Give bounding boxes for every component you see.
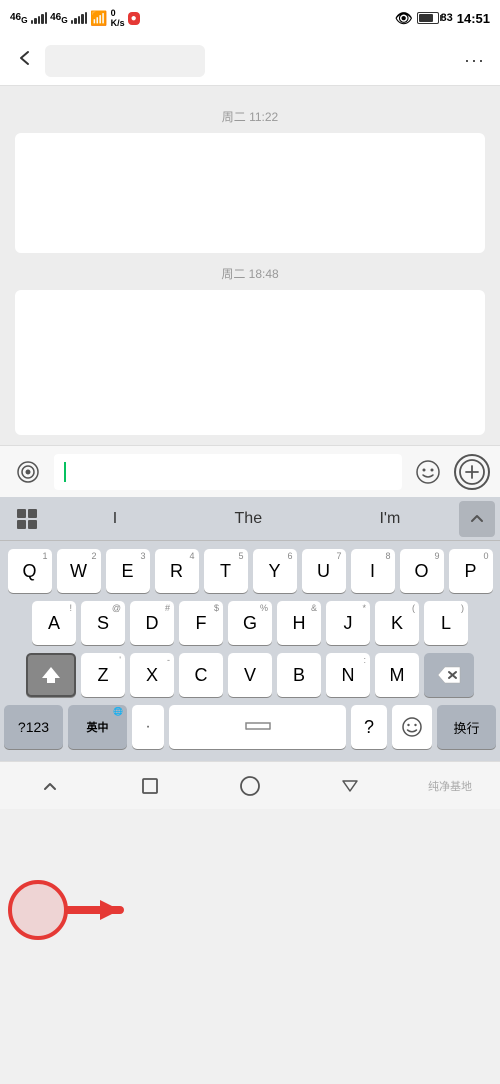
eye-icon: 👁 [395,10,413,27]
key-X[interactable]: -X [130,653,174,697]
status-right: 👁 83 14:51 [395,10,490,27]
key-T[interactable]: 5T [204,549,248,593]
plus-button[interactable] [454,454,490,490]
nav-triangle-button[interactable] [326,762,374,810]
key-W[interactable]: 2W [57,549,101,593]
key-C[interactable]: C [179,653,223,697]
key-P[interactable]: 0P [449,549,493,593]
key-E[interactable]: 3E [106,549,150,593]
predictive-bar: I The I'm [0,497,500,541]
message-bubble-1 [15,133,485,253]
signal-bars-2 [71,12,88,24]
timestamp-1: 周二 11:22 [0,108,500,125]
cursor [64,462,66,482]
bottom-nav: 纯净基地 [0,761,500,809]
clock: 14:51 [457,11,490,26]
key-H[interactable]: &H [277,601,321,645]
key-K[interactable]: (K [375,601,419,645]
key-U[interactable]: 7U [302,549,346,593]
period-key[interactable]: · [132,705,164,749]
key-D[interactable]: #D [130,601,174,645]
wifi-icon: 📶 [90,10,107,27]
more-button[interactable]: ··· [464,50,485,71]
battery-percent: 83 [441,12,453,24]
keyboard-row-2: !A @S #D $F %G &H *J (K )L [4,601,496,645]
lang-key[interactable]: 英中 🌐 [68,705,127,749]
hide-predictions-button[interactable] [459,501,495,537]
pred-word-2[interactable]: The [225,506,273,532]
watermark: 纯净基地 [426,762,474,810]
key-Y[interactable]: 6Y [253,549,297,593]
text-input[interactable] [54,454,402,490]
messages-area: 周二 11:22 周二 18:48 [0,86,500,445]
key-N[interactable]: :N [326,653,370,697]
keyboard-row-1: 1Q 2W 3E 4R 5T 6Y 7U 8I 9O 0P [4,549,496,593]
key-Z[interactable]: 'Z [81,653,125,697]
nav-back-button[interactable] [26,762,74,810]
nav-circle-button[interactable] [226,762,274,810]
enter-key[interactable]: 换行 [437,705,496,749]
key-R[interactable]: 4R [155,549,199,593]
signal-bars-1 [31,12,48,24]
shift-key[interactable] [26,653,76,697]
key-S[interactable]: @S [81,601,125,645]
key-Q[interactable]: 1Q [8,549,52,593]
carrier2-text: 46G [50,12,68,25]
key-A[interactable]: !A [32,601,76,645]
app-icon: ● [128,12,140,25]
key-I[interactable]: 8I [351,549,395,593]
nav-title [45,45,205,77]
voice-button[interactable] [10,454,46,490]
battery: 83 [417,12,453,24]
delete-key[interactable] [424,653,474,697]
key-F[interactable]: $F [179,601,223,645]
message-bubble-2 [15,290,485,435]
key-J[interactable]: *J [326,601,370,645]
red-arrow-overlay [0,880,160,940]
nav-home-button[interactable] [126,762,174,810]
emoji-button[interactable] [410,454,446,490]
pred-word-3[interactable]: I'm [369,506,410,532]
apps-button[interactable] [5,501,49,537]
num-key[interactable]: ?123 [4,705,63,749]
space-key[interactable] [169,705,346,749]
data-speed: 0K/s [111,8,125,28]
predictive-words: I The I'm [54,506,459,532]
pred-word-1[interactable]: I [103,506,127,532]
question-key[interactable]: ? [351,705,387,749]
keyboard: 1Q 2W 3E 4R 5T 6Y 7U 8I 9O 0P !A @S #D $… [0,541,500,761]
carrier-text: 46G [10,12,28,25]
timestamp-2: 周二 18:48 [0,265,500,282]
keyboard-emoji-key[interactable] [392,705,432,749]
key-O[interactable]: 9O [400,549,444,593]
key-M[interactable]: M [375,653,419,697]
status-left: 46G 46G 📶 0K/s ● [10,8,140,28]
nav-bar: ··· [0,36,500,86]
key-L[interactable]: )L [424,601,468,645]
keyboard-row-4: ?123 英中 🌐 · ? 换行 [4,705,496,749]
input-bar [0,445,500,497]
key-B[interactable]: B [277,653,321,697]
keyboard-row-3: 'Z -X C V B :N M [4,653,496,697]
status-bar: 46G 46G 📶 0K/s ● 👁 [0,0,500,36]
key-G[interactable]: %G [228,601,272,645]
back-button[interactable] [15,48,35,74]
key-V[interactable]: V [228,653,272,697]
